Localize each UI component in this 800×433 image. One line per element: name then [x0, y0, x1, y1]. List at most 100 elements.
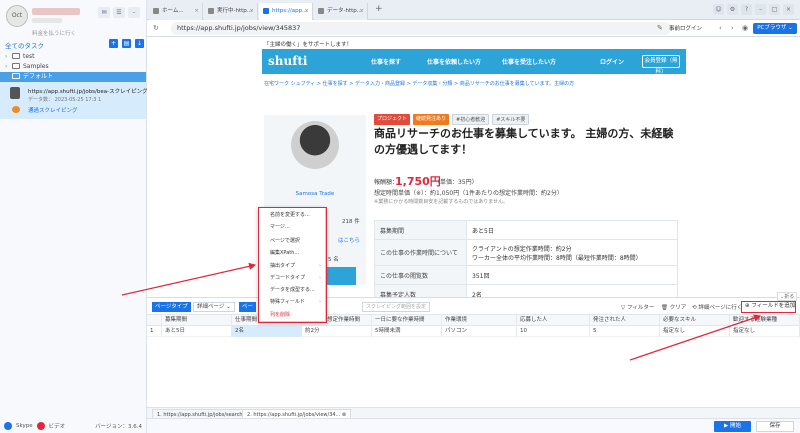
menu-item-extract-type[interactable]: 抽出タイプ ›	[259, 261, 325, 272]
tab-home[interactable]: ホーム... ×	[149, 3, 203, 20]
new-tab-icon[interactable]: +	[375, 4, 383, 14]
breadcrumb[interactable]: 在宅ワーク シュフティ > 仕事を探す > データ入力・商品登録 > データ収集…	[264, 80, 574, 87]
plan-link[interactable]: 料金を払うに行く	[32, 29, 76, 37]
chevron-right-icon: ›	[5, 53, 8, 60]
nav-request-work[interactable]: 仕事を依頼したい方	[427, 57, 481, 66]
url-input[interactable]: https://app.shufti.jp/jobs/view/345837	[171, 22, 671, 35]
grid-header-cell[interactable]: 応募した人	[517, 315, 590, 326]
maximize-window-icon[interactable]: □	[769, 4, 780, 15]
grid-cell[interactable]: 5	[590, 326, 660, 337]
page-button[interactable]: ペー	[239, 302, 257, 312]
task-run-link[interactable]: 通過スクレイピング	[28, 106, 78, 114]
grid-cell[interactable]: 指定なし	[660, 326, 730, 337]
goto-detail-button[interactable]: ⟲ 詳細ページに行く	[692, 303, 742, 311]
grid-cell[interactable]: 指定なし	[730, 326, 800, 337]
skype-link[interactable]: Skype	[16, 423, 33, 429]
tab-app-page[interactable]: https://app... ×	[259, 3, 313, 20]
minimize-window-icon[interactable]: –	[755, 4, 766, 15]
menu-item-delete-column[interactable]: 列を削除	[259, 310, 325, 321]
grid-header-cell[interactable]: 発注された人	[590, 315, 660, 326]
menu-item-rename[interactable]: 名前を変更する...	[259, 210, 325, 221]
grid-cell[interactable]: パソコン	[442, 326, 517, 337]
register-button[interactable]: 会員登録（無料）	[642, 55, 680, 75]
tree-folder-default[interactable]: ⌄ デフォルト	[0, 72, 146, 82]
start-button[interactable]: ▶ 開始	[714, 421, 751, 432]
help-icon[interactable]: ?	[741, 4, 752, 15]
crawl-range-button[interactable]: スクレイピング範囲を設定	[362, 302, 431, 312]
grid-header-cell[interactable]: 歓迎する経験業種	[730, 315, 800, 326]
import-icon[interactable]: ↓	[135, 39, 144, 48]
info-value: 351回	[466, 265, 678, 285]
grid-cell-selected[interactable]: 2名	[232, 326, 302, 337]
tab-running[interactable]: 実行中-http... ×	[204, 3, 258, 20]
task-robot-icon	[10, 87, 20, 99]
fold-button[interactable]: ⌄折る	[777, 292, 798, 301]
nav-find-work[interactable]: 仕事を探す	[371, 57, 401, 66]
grid-cell[interactable]: 約2分	[302, 326, 372, 337]
notification-icon[interactable]: ✉	[98, 7, 110, 18]
task-item[interactable]: https://app.shufti.jp/jobs/bea-スクレイピング..…	[0, 82, 153, 119]
refresh-icon[interactable]: ↻	[153, 24, 159, 32]
grid-header-cell[interactable]: 募集期間	[162, 315, 232, 326]
grid-header-cell[interactable]: 作業環境	[442, 315, 517, 326]
task-url: https://app.shufti.jp/jobs/bea-スクレイピング..…	[28, 89, 153, 95]
add-field-button[interactable]: ⊕ フィールドを追加	[741, 301, 796, 313]
grid-cell[interactable]: 10	[517, 326, 590, 337]
grid-cell[interactable]: 5時間未満	[372, 326, 442, 337]
bottom-page-tabs: 1. https://app.shufti.jp/jobs/search/...…	[147, 407, 800, 419]
account-name	[32, 8, 80, 15]
grid-header-cell[interactable]: 必要なスキル	[660, 315, 730, 326]
tree-folder-test[interactable]: › test	[0, 52, 146, 62]
tag-beginner: #初心者歓迎	[452, 114, 490, 125]
menu-item-decode-type[interactable]: デコードタイプ ›	[259, 273, 325, 284]
nav-take-work[interactable]: 仕事を受注したい方	[502, 57, 556, 66]
info-value: 2名	[466, 284, 678, 297]
tab-data[interactable]: データ-http... ×	[314, 3, 368, 20]
close-icon[interactable]: ×	[194, 3, 199, 20]
settings-icon[interactable]: ⚙	[727, 4, 738, 15]
grid-header-cell[interactable]: 一日に要な作業時間	[372, 315, 442, 326]
grid-cell: 1	[147, 326, 162, 337]
close-window-icon[interactable]: ×	[783, 4, 794, 15]
back-icon[interactable]: ‹	[719, 24, 722, 32]
tag-no-skill: #スキル不要	[492, 114, 530, 125]
all-tasks-label[interactable]: 全てのタスク	[5, 40, 44, 50]
close-icon[interactable]: ×	[304, 3, 309, 20]
avatar[interactable]	[291, 121, 339, 169]
grid-cell[interactable]: あと5日	[162, 326, 232, 337]
message-icon[interactable]: ☰	[113, 7, 125, 18]
new-task-icon[interactable]: +	[109, 39, 118, 48]
table-row[interactable]: 1 あと5日 2名 約2分 5時間未満 パソコン 10 5 指定なし 指定なし	[147, 326, 800, 337]
edit-icon[interactable]: ✎	[657, 24, 663, 32]
nav-login[interactable]: ログイン	[600, 57, 624, 66]
menu-item-select-on-page[interactable]: ページで選択	[259, 236, 325, 247]
page-type-select[interactable]: 詳細ページ ⌄	[193, 302, 235, 312]
video-link[interactable]: ビデオ	[49, 422, 66, 430]
menu-item-merge[interactable]: マージ...	[259, 222, 325, 233]
close-icon[interactable]: ×	[249, 3, 254, 20]
pc-browser-select[interactable]: PCブラウザ ⌄	[753, 23, 797, 34]
save-button[interactable]: 保存	[756, 421, 794, 432]
account-icon[interactable]: ☺	[713, 4, 724, 15]
pre-login-button[interactable]: 事前ログイン	[669, 24, 702, 32]
menu-item-special-field[interactable]: 特殊フィールド ›	[259, 297, 325, 308]
reward-unit: （単価：35円）	[434, 179, 478, 186]
estimated-rate: 想定時間単価（※）：約1,050円（1件あたりの想定作業時間：約2分）	[374, 190, 563, 197]
tree-folder-samples[interactable]: › Samples	[0, 62, 146, 72]
site-logo[interactable]: shufti	[268, 54, 307, 68]
cloud-icon	[12, 106, 20, 113]
info-row: この仕事の作業時間について クライアントの想定作業時間：約2分 ワーカー全体の平…	[374, 239, 678, 266]
client-details-link[interactable]: はこちら	[338, 236, 360, 244]
minimize-icon[interactable]: –	[128, 7, 140, 18]
sidebar-controls: ✉ ☰ –	[98, 7, 140, 18]
close-icon[interactable]: ×	[359, 3, 364, 20]
filter-button[interactable]: ▽ フィルター	[621, 303, 654, 311]
client-name[interactable]: Samosa Trade	[264, 191, 366, 197]
clear-button[interactable]: 🗑 クリア	[661, 303, 686, 311]
rate-note: ※業務にかかる時間数目安を記載するものではありません。	[374, 199, 509, 205]
menu-item-edit-xpath[interactable]: 編集XPath...	[259, 248, 325, 259]
new-folder-icon[interactable]: ▤	[122, 39, 131, 48]
menu-item-format-data[interactable]: データを成型する...	[259, 285, 325, 296]
forward-icon[interactable]: ›	[731, 24, 734, 32]
eye-icon[interactable]: ◉	[742, 24, 748, 32]
